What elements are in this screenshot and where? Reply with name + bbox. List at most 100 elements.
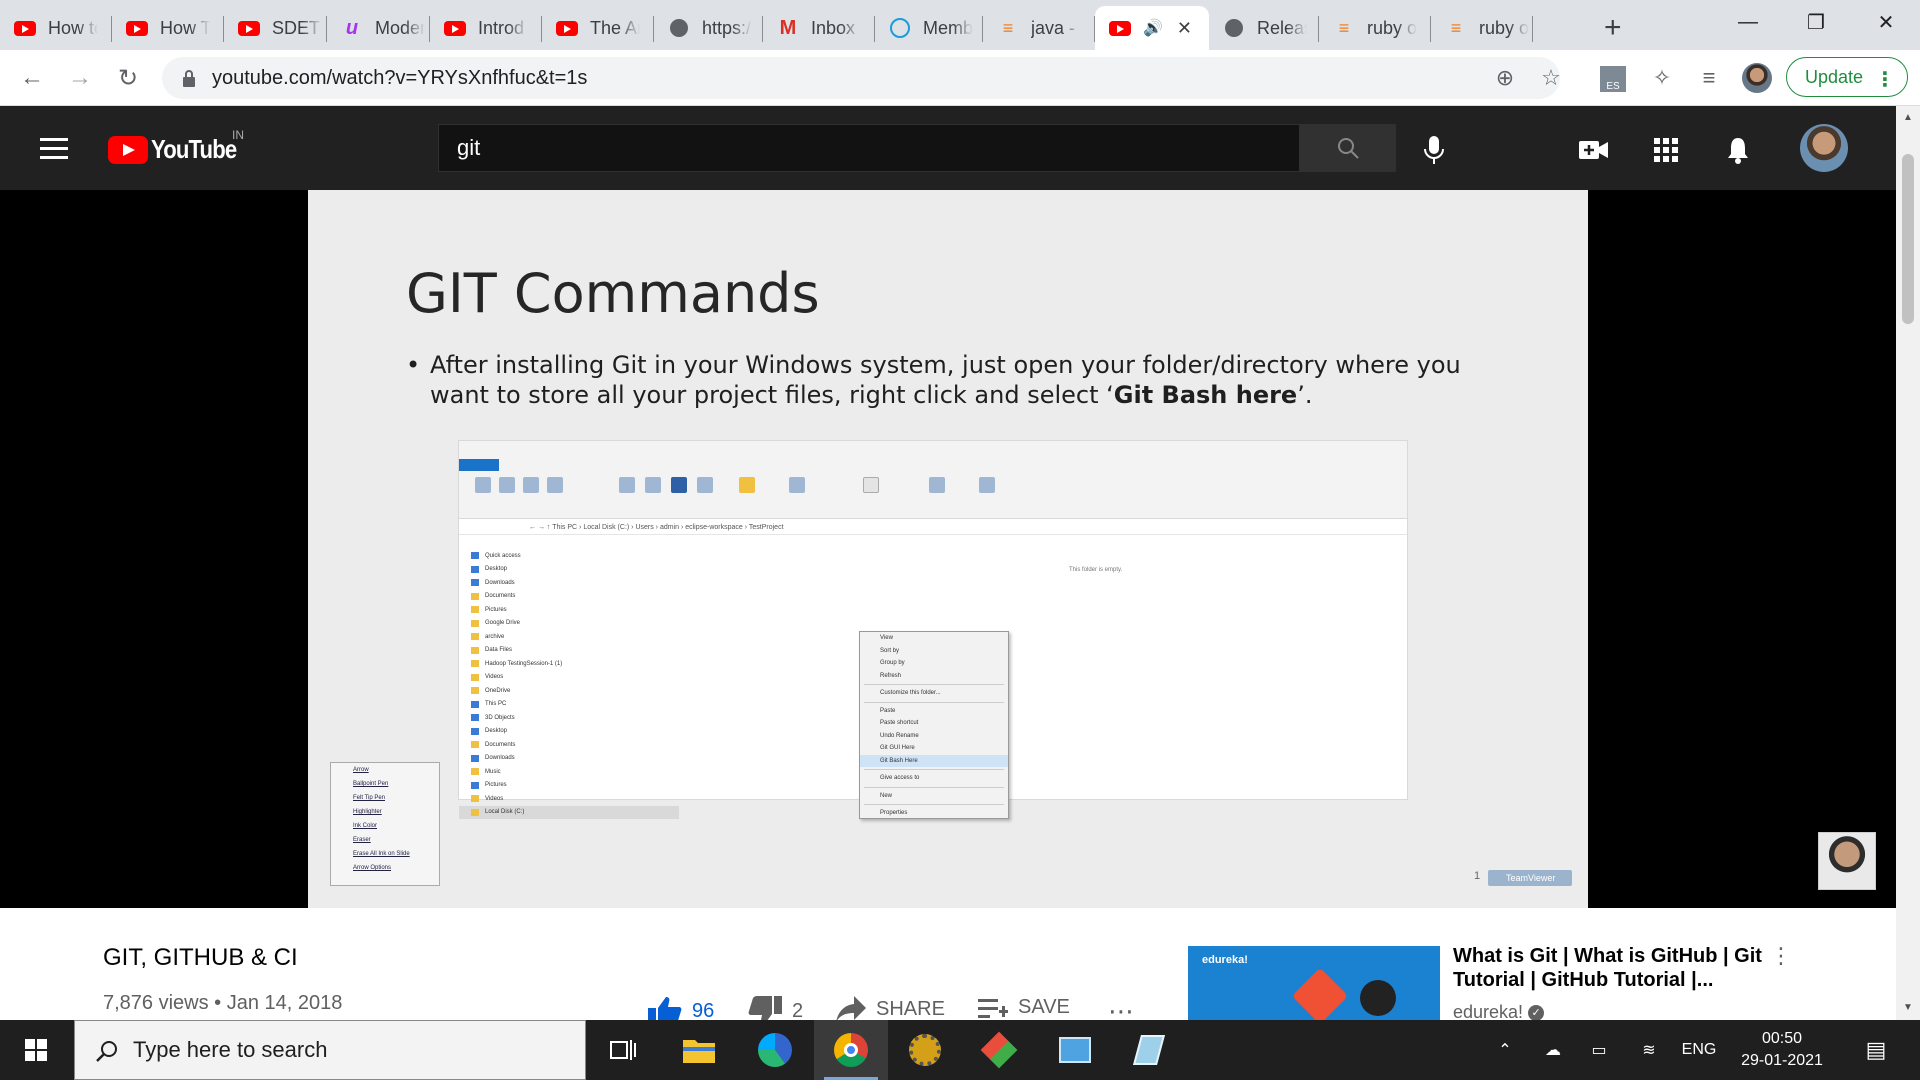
reload-icon[interactable]: ↻: [110, 60, 146, 96]
context-menu-item: New: [880, 792, 893, 799]
youtube-logo[interactable]: YouTube IN: [108, 128, 251, 165]
extensions-puzzle-icon[interactable]: ✧: [1647, 63, 1677, 93]
ink-menu-item: Erase All Ink on Slide: [353, 851, 410, 857]
bullet-text-end: ’.: [1297, 381, 1313, 409]
browser-tab[interactable]: M Inbox (: [763, 6, 875, 50]
page-scrollbar[interactable]: ▲ ▼: [1896, 106, 1920, 1020]
bookmark-star-icon[interactable]: ☆: [1538, 65, 1564, 91]
apps-grid-icon[interactable]: [1646, 130, 1686, 170]
git-tool-icon[interactable]: [962, 1020, 1036, 1080]
update-button[interactable]: Update ⋮: [1786, 57, 1908, 97]
onedrive-cloud-icon[interactable]: ☁: [1536, 1020, 1570, 1080]
tab-title: Memb: [923, 17, 973, 38]
new-tab-button[interactable]: +: [1596, 6, 1644, 50]
language-indicator[interactable]: ENG: [1676, 1020, 1722, 1080]
tab-strip: How to How T SDET - u Moder Introd The Ar https…: [0, 0, 1920, 50]
audio-playing-icon[interactable]: 🔊: [1143, 18, 1163, 38]
video-player[interactable]: GIT Commands • After installing Git in y…: [0, 190, 1896, 908]
notifications-bell-icon[interactable]: [1718, 130, 1758, 170]
slide-bullet: • After installing Git in your Windows s…: [406, 350, 1506, 410]
recommended-more-icon[interactable]: ⋮: [1770, 945, 1792, 967]
extension-es-icon[interactable]: ES: [1600, 66, 1626, 92]
url-text: youtube.com/watch?v=YRYsXnfhfuc&t=1s: [212, 66, 588, 89]
explorer-nav-item: Pictures: [459, 603, 679, 617]
explorer-nav-item: OneDrive: [459, 684, 679, 698]
teamviewer-watermark: TeamViewer: [1488, 870, 1572, 886]
account-avatar[interactable]: [1800, 124, 1848, 172]
browser-tab[interactable]: SDET -: [224, 6, 327, 50]
browser-tab[interactable]: ≡ ruby o: [1431, 6, 1533, 50]
context-menu-item: Git Bash Here: [860, 754, 1008, 767]
explorer-nav-item: Desktop: [459, 725, 679, 739]
save-button[interactable]: SAVE: [978, 996, 1070, 1019]
search-input[interactable]: git: [438, 124, 1300, 172]
edge-browser-icon[interactable]: [738, 1020, 812, 1080]
system-clock[interactable]: 00:50 29-01-2021: [1722, 1028, 1842, 1072]
scroll-up-icon[interactable]: ▲: [1903, 112, 1913, 123]
minimize-icon[interactable]: —: [1718, 0, 1778, 44]
browser-tab[interactable]: Releas: [1209, 6, 1319, 50]
stackoverflow-icon: ≡: [1338, 17, 1350, 38]
tab-title: Moder: [375, 17, 425, 38]
restore-icon[interactable]: ❐: [1786, 0, 1846, 44]
tab-title: ruby o: [1479, 17, 1529, 38]
gear-app-icon[interactable]: [888, 1020, 962, 1080]
file-explorer-icon[interactable]: [662, 1020, 736, 1080]
browser-tab[interactable]: ≡ ruby o: [1319, 6, 1431, 50]
recommended-thumbnail[interactable]: edureka!: [1188, 946, 1440, 1020]
ink-menu-item: Felt Tip Pen: [353, 795, 386, 801]
address-bar[interactable]: youtube.com/watch?v=YRYsXnfhfuc&t=1s ⊕ ☆: [162, 57, 1561, 99]
media-control-icon[interactable]: ≡: [1694, 63, 1724, 93]
recommended-title[interactable]: What is Git | What is GitHub | Git Tutor…: [1453, 944, 1763, 992]
youtube-icon: [1109, 17, 1131, 39]
notepad-icon[interactable]: [1112, 1020, 1186, 1080]
microphone-icon[interactable]: [1414, 130, 1454, 170]
browser-tab[interactable]: 🔊 ✕: [1095, 6, 1209, 50]
scroll-down-icon[interactable]: ▼: [1903, 1002, 1913, 1013]
explorer-nav-label: Hadoop TestingSession-1 (1): [485, 660, 563, 667]
browser-tab[interactable]: How to: [0, 6, 112, 50]
browser-tab[interactable]: Introd: [430, 6, 542, 50]
taskbar-search-box[interactable]: Type here to search: [74, 1020, 586, 1080]
tray-overflow-icon[interactable]: ⌃: [1490, 1020, 1520, 1080]
task-view-icon[interactable]: [586, 1020, 660, 1080]
udemy-icon: u: [345, 16, 359, 39]
control-panel-icon[interactable]: [1038, 1020, 1112, 1080]
start-button[interactable]: [0, 1020, 72, 1080]
tab-title: Inbox (: [811, 17, 861, 38]
back-icon[interactable]: ←: [14, 60, 50, 96]
browser-tab[interactable]: https:/: [654, 6, 763, 50]
explorer-nav-item: Documents: [459, 590, 679, 604]
hamburger-menu-icon[interactable]: [40, 138, 68, 160]
youtube-icon: [444, 17, 466, 39]
notification-center-icon[interactable]: ▤: [1856, 1020, 1896, 1080]
channel-name: edureka!: [1453, 1002, 1524, 1022]
browser-tab[interactable]: u Moder: [327, 6, 430, 50]
close-tab-icon[interactable]: ✕: [1177, 18, 1192, 39]
profile-avatar[interactable]: [1742, 63, 1772, 93]
browser-tab[interactable]: Memb: [875, 6, 983, 50]
chrome-browser-icon[interactable]: [814, 1020, 888, 1080]
explorer-nav-item: 3D Objects: [459, 711, 679, 725]
youtube-icon: [238, 17, 260, 39]
forward-icon[interactable]: →: [62, 60, 98, 96]
wifi-icon[interactable]: ≋: [1632, 1020, 1666, 1080]
scroll-thumb[interactable]: [1902, 154, 1914, 324]
context-menu-item: Give access to: [880, 775, 920, 781]
context-menu-item: Paste shortcut: [880, 720, 919, 726]
explorer-nav-label: 3D Objects: [485, 714, 515, 721]
browser-tab[interactable]: The Ar: [542, 6, 654, 50]
search-button[interactable]: [1300, 124, 1396, 172]
explorer-nav-label: Pictures: [485, 606, 507, 613]
install-app-icon[interactable]: ⊕: [1492, 65, 1518, 91]
create-video-icon[interactable]: [1574, 130, 1614, 170]
browser-tab[interactable]: How T: [112, 6, 224, 50]
close-window-icon[interactable]: ✕: [1856, 0, 1916, 44]
slide-number: 1: [1474, 870, 1481, 882]
menu-dots-icon: ⋮: [1875, 69, 1895, 91]
share-button[interactable]: SHARE: [836, 996, 945, 1022]
browser-tab[interactable]: ≡ java - (: [983, 6, 1095, 50]
context-menu-item: Customize this folder...: [880, 690, 941, 696]
lock-icon: [183, 70, 195, 87]
battery-icon[interactable]: ▭: [1582, 1020, 1616, 1080]
